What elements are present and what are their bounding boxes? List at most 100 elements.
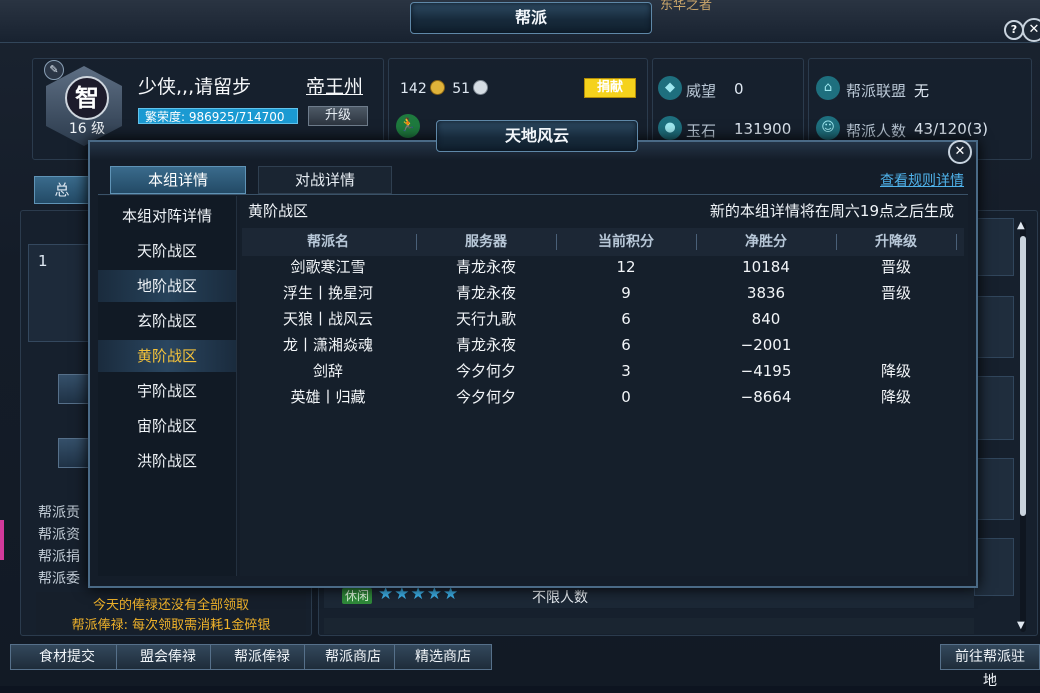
salary-notice-2: 帮派俸禄: 每次领取需消耗1金碎银 <box>71 618 271 633</box>
score-cell: 6 <box>621 336 631 354</box>
tab-divider <box>98 194 968 195</box>
goto-guild-base-button[interactable]: 前往帮派驻地 <box>940 644 1040 689</box>
table-row: 剑辞 今夕何夕 3 −4195 降级 <box>240 358 968 384</box>
server-cell: 今夕何夕 <box>455 388 516 406</box>
scroll-up-icon[interactable]: ▲ <box>1017 220 1025 231</box>
col-header-server: 服务器 <box>465 234 507 250</box>
score-cell: 6 <box>621 310 631 328</box>
right-card-3 <box>974 376 1014 440</box>
sidebar-item-tian[interactable]: 天阶战区 <box>98 235 236 267</box>
donate-button[interactable]: 捐献 <box>584 78 636 98</box>
prestige-icon: ◆ <box>658 76 682 100</box>
net-score-cell: −8664 <box>740 388 792 406</box>
members-value: 43/120(3) <box>914 120 989 138</box>
guild-window-title: 帮派 <box>410 2 652 34</box>
upgrade-button[interactable]: 升级 <box>308 106 368 126</box>
sidebar-item-matchups[interactable]: 本组对阵详情 <box>98 200 236 232</box>
help-icon[interactable]: ? <box>1004 20 1024 40</box>
promotion-cell: 降级 <box>880 362 911 380</box>
left-button-2[interactable] <box>58 438 90 468</box>
prestige-label: 威望 <box>686 82 717 100</box>
right-card-2 <box>974 296 1014 358</box>
featured-shop-button[interactable]: 精选商店 <box>394 644 492 670</box>
sidebar-item-hong[interactable]: 洪阶战区 <box>98 445 236 477</box>
sidebar-item-di[interactable]: 地阶战区 <box>98 270 236 302</box>
col-header-net: 净胜分 <box>745 234 787 250</box>
alliance-salary-button[interactable]: 盟会俸禄 <box>116 644 220 670</box>
guild-name-cell: 龙丨潇湘焱魂 <box>282 336 373 354</box>
right-card-5 <box>974 538 1014 596</box>
members-icon: ☺ <box>816 116 840 140</box>
prestige-value: 0 <box>734 80 744 98</box>
score-cell: 12 <box>616 258 636 276</box>
left-label-3: 帮派委 <box>38 571 80 587</box>
net-score-cell: −4195 <box>740 362 792 380</box>
scroll-down-icon[interactable]: ▼ <box>1017 620 1025 631</box>
jade-label: 玉石 <box>686 122 717 140</box>
sidebar-item-xuan[interactable]: 玄阶战区 <box>98 305 236 337</box>
zone-notice: 新的本组详情将在周六19点之后生成 <box>709 202 954 220</box>
promotion-cell: 晋级 <box>880 258 911 276</box>
tab-battle-details[interactable]: 对战详情 <box>258 166 392 194</box>
guild-salary-button[interactable]: 帮派俸禄 <box>210 644 314 670</box>
table-row: 浮生丨挽星河 青龙永夜 9 3836 晋级 <box>240 280 968 306</box>
tab-group-details[interactable]: 本组详情 <box>110 166 246 194</box>
prosperity-bar: 繁荣度: 986925/714700 <box>138 108 298 124</box>
tab-overview[interactable]: 总 <box>34 176 90 204</box>
guild-shop-button[interactable]: 帮派商店 <box>304 644 402 670</box>
sidebar-item-huang[interactable]: 黄阶战区 <box>98 340 236 372</box>
net-score-cell: 840 <box>751 310 781 328</box>
unlimited-people: 不限人数 <box>532 590 588 606</box>
guild-close-icon[interactable]: ✕ <box>1022 18 1040 42</box>
guild-level-badge: 智 <box>65 76 109 120</box>
left-button-1[interactable] <box>58 374 90 404</box>
col-header-promotion: 升降级 <box>875 234 917 250</box>
server-cell: 今夕何夕 <box>455 362 516 380</box>
silver-value: 51 <box>452 81 471 97</box>
sidebar-item-yu[interactable]: 宇阶战区 <box>98 375 236 407</box>
gold-currency: 142 51 <box>400 80 491 97</box>
members-label: 帮派人数 <box>846 122 907 140</box>
left-label-2: 帮派捐 <box>38 549 80 565</box>
right-card-1 <box>974 218 1014 276</box>
guild-name: 少侠,,,请留步 <box>138 76 252 98</box>
zone-content: 黄阶战区 新的本组详情将在周六19点之后生成 帮派名 服务器 当前积分 净胜分 … <box>240 196 968 576</box>
table-body: 剑歌寒江雪 青龙永夜 12 10184 晋级 浮生丨挽星河 青龙永夜 9 3836 晋级 天狼丨战风… <box>240 254 968 414</box>
guild-name-cell: 剑歌寒江雪 <box>290 258 366 276</box>
guild-name-cell: 英雄丨归藏 <box>290 388 366 406</box>
col-separator-5 <box>956 234 957 250</box>
promotion-cell <box>836 332 956 358</box>
edit-emblem-icon[interactable]: ✎ <box>44 60 64 80</box>
tiandi-fengyun-dialog: 天地风云 ✕ 本组详情 对战详情 查看规则详情 本组对阵详情 天阶战区 地阶战区… <box>88 120 978 588</box>
member-activity-icon: 🏃 <box>396 114 420 138</box>
jade-value: 131900 <box>734 120 792 138</box>
score-cell: 3 <box>621 362 631 380</box>
silver-coin-icon <box>473 80 489 95</box>
right-card-4 <box>974 458 1014 520</box>
promotion-cell <box>836 306 956 332</box>
salary-notice-1: 今天的俸禄还没有全部领取 <box>92 598 249 613</box>
submit-ingredients-button[interactable]: 食材提交 <box>10 644 124 670</box>
server-name-link[interactable]: 帝王州 <box>306 72 363 99</box>
table-row: 英雄丨归藏 今夕何夕 0 −8664 降级 <box>240 384 968 410</box>
server-cell: 青龙永夜 <box>455 258 516 276</box>
modal-close-icon[interactable]: ✕ <box>948 140 972 164</box>
idle-badge: 休闲 <box>342 588 372 604</box>
col-header-guild: 帮派名 <box>307 234 349 250</box>
col-header-score: 当前积分 <box>598 234 654 250</box>
alliance-label: 帮派联盟 <box>846 82 907 100</box>
guild-level: 16 级 <box>68 121 106 137</box>
left-edge-marker <box>0 520 4 560</box>
modal-title: 天地风云 <box>436 120 638 152</box>
server-cell: 青龙永夜 <box>455 284 516 302</box>
guild-name-cell: 剑辞 <box>312 362 343 380</box>
right-scrollbar-thumb[interactable] <box>1020 236 1026 516</box>
server-cell: 天行九歌 <box>455 310 516 328</box>
zone-title: 黄阶战区 <box>248 202 309 220</box>
promotion-cell: 降级 <box>880 388 911 406</box>
left-label-0: 帮派贡 <box>38 505 80 521</box>
top-right-text: 东华之者 <box>660 0 713 13</box>
score-cell: 9 <box>621 284 631 302</box>
view-rules-link[interactable]: 查看规则详情 <box>880 170 964 190</box>
sidebar-item-zhou[interactable]: 宙阶战区 <box>98 410 236 442</box>
